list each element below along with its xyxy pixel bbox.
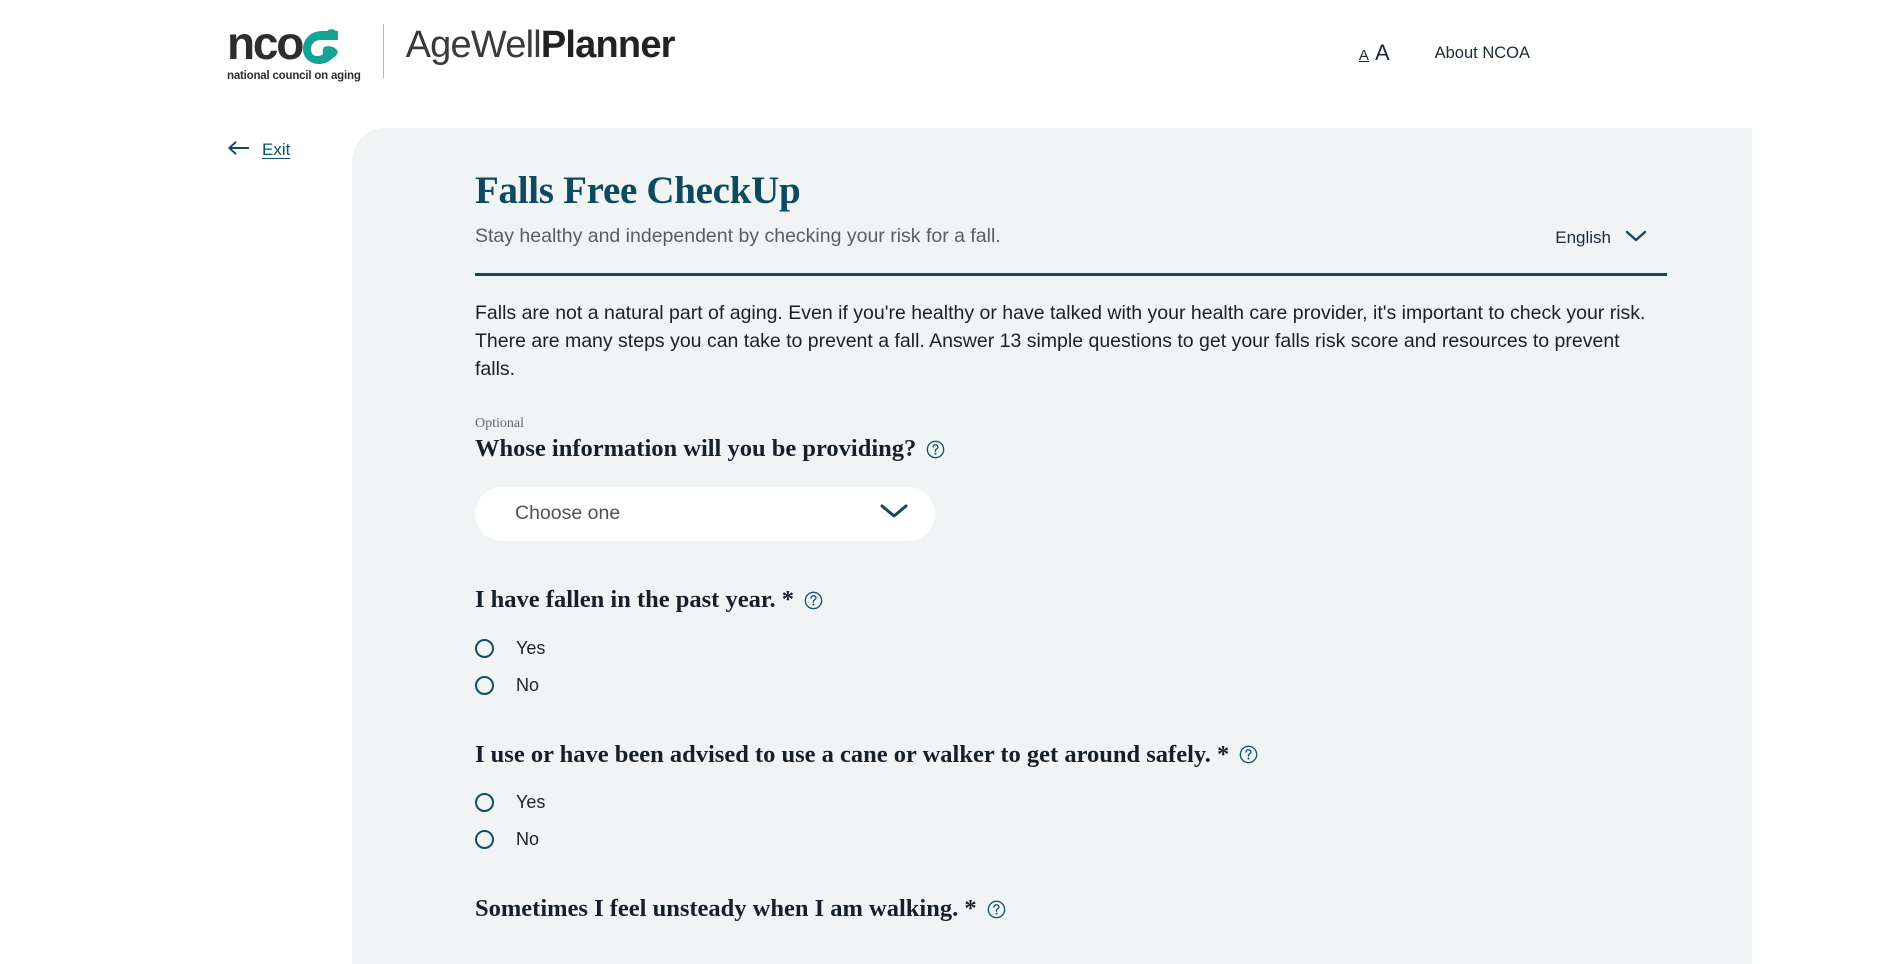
product-name: AgeWellPlanner	[405, 24, 676, 66]
about-ncoa-link[interactable]: About NCOA	[1435, 44, 1530, 63]
question-4-text: Sometimes I feel unsteady when I am walk…	[475, 895, 977, 923]
language-selected-label: English	[1555, 228, 1611, 248]
text-size-large-button[interactable]: A	[1375, 40, 1390, 66]
header-right-controls: A A About NCOA	[1359, 40, 1900, 66]
whose-information-select[interactable]: Choose one	[475, 486, 935, 541]
arrow-left-icon	[228, 140, 250, 160]
radio-option-no[interactable]: No	[475, 675, 1752, 696]
question-1-title: Whose information will you be providing?	[475, 434, 1752, 465]
checkup-card: Falls Free CheckUp Stay healthy and inde…	[352, 128, 1752, 964]
required-marker: *	[781, 585, 794, 613]
text-size-controls[interactable]: A A	[1359, 40, 1390, 66]
page-title: Falls Free CheckUp	[475, 169, 801, 212]
radio-option-yes[interactable]: Yes	[475, 638, 1752, 659]
chevron-down-icon	[1625, 229, 1647, 248]
question-3-radio-group: Yes No	[475, 792, 1752, 850]
question-block-1: Optional Whose information will you be p…	[475, 416, 1752, 541]
product-name-light: AgeWell	[405, 24, 542, 66]
question-block-2: I have fallen in the past year. * Yes No	[475, 585, 1752, 696]
question-2-text: I have fallen in the past year. *	[475, 585, 794, 613]
question-4-title: Sometimes I feel unsteady when I am walk…	[475, 894, 1752, 925]
radio-option-no[interactable]: No	[475, 829, 1752, 850]
exit-label: Exit	[262, 140, 291, 159]
radio-circle-icon[interactable]	[475, 793, 494, 813]
question-block-3: I use or have been advised to use a cane…	[475, 740, 1752, 851]
radio-label: No	[516, 829, 540, 850]
product-name-bold: Planner	[540, 24, 676, 66]
ncoa-logo[interactable]: nco national council on aging	[227, 17, 361, 82]
radio-label: Yes	[516, 637, 546, 658]
radio-circle-icon[interactable]	[475, 830, 494, 850]
brand-lockup[interactable]: nco national council on aging AgeWellPla…	[227, 17, 676, 84]
exit-link[interactable]: Exit	[228, 140, 290, 160]
optional-tag: Optional	[475, 416, 524, 432]
radio-option-yes[interactable]: Yes	[475, 792, 1752, 813]
ncoa-tagline: national council on aging	[227, 69, 361, 82]
ncoa-wordmark: nco	[227, 17, 340, 69]
ncoa-letters: nco	[227, 17, 304, 69]
question-1-text: Whose information will you be providing?	[475, 435, 917, 463]
subtitle-row: Stay healthy and independent by checking…	[475, 223, 1667, 250]
select-placeholder: Choose one	[515, 502, 621, 525]
radio-circle-icon[interactable]	[475, 638, 494, 658]
required-marker: *	[964, 895, 977, 923]
brand-divider	[382, 24, 384, 78]
radio-label: No	[516, 674, 540, 695]
question-3-title: I use or have been advised to use a cane…	[475, 740, 1752, 771]
required-marker: *	[1217, 740, 1230, 768]
help-circle-icon[interactable]	[1239, 745, 1258, 764]
language-selector[interactable]: English	[1555, 228, 1647, 250]
radio-label: Yes	[516, 792, 546, 813]
help-circle-icon[interactable]	[987, 900, 1006, 919]
site-header: nco national council on aging AgeWellPla…	[0, 0, 1900, 110]
ncoa-swoosh-icon	[300, 25, 340, 65]
page-subtitle: Stay healthy and independent by checking…	[475, 225, 1001, 247]
question-block-4: Sometimes I feel unsteady when I am walk…	[475, 894, 1752, 925]
title-divider	[475, 273, 1667, 277]
question-3-text: I use or have been advised to use a cane…	[475, 740, 1230, 768]
intro-paragraph: Falls are not a natural part of aging. E…	[475, 302, 1646, 380]
help-circle-icon[interactable]	[804, 591, 823, 610]
question-2-title: I have fallen in the past year. *	[475, 585, 1752, 616]
chevron-down-icon	[879, 502, 909, 525]
radio-circle-icon[interactable]	[475, 675, 494, 695]
text-size-small-button[interactable]: A	[1359, 47, 1369, 64]
help-circle-icon[interactable]	[926, 440, 945, 459]
question-2-radio-group: Yes No	[475, 638, 1752, 696]
